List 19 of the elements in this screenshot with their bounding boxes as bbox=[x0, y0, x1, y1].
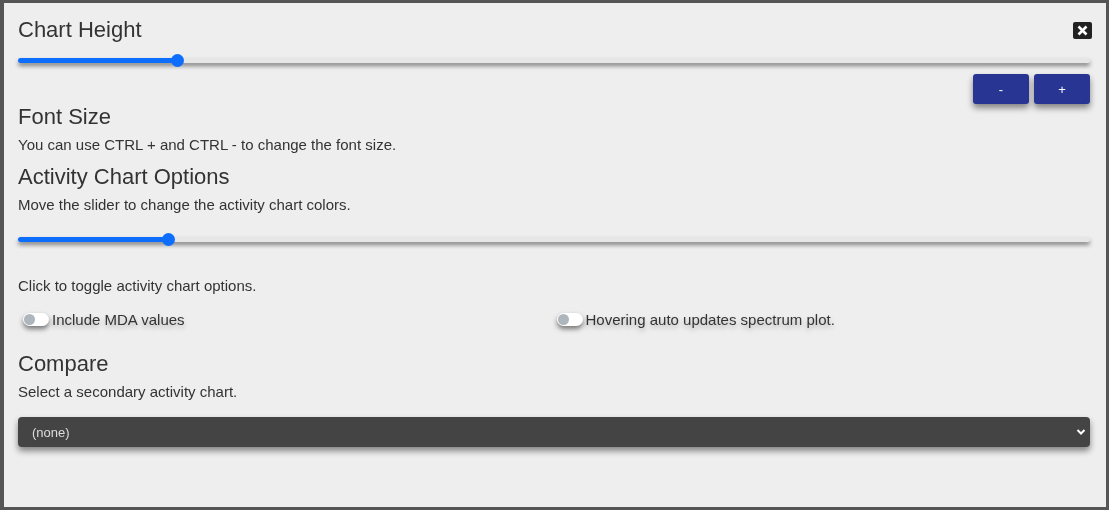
step-button[interactable]: + bbox=[1034, 74, 1090, 104]
section-title: Compare bbox=[18, 351, 110, 377]
section-title: Chart Height bbox=[18, 17, 142, 43]
help-text: Select a secondary activity chart. bbox=[18, 383, 239, 401]
toggle-label: Include MDA values bbox=[52, 311, 185, 328]
step-button[interactable]: - bbox=[973, 74, 1029, 104]
help-text: Move the slider to change the activity chart colors. bbox=[18, 196, 352, 214]
close-icon[interactable] bbox=[1073, 21, 1092, 39]
slider-thumb[interactable] bbox=[170, 54, 184, 67]
chart-select[interactable]: (none) bbox=[18, 417, 1090, 447]
help-text: You can use CTRL + and CTRL - to change the font size. bbox=[18, 136, 398, 154]
section-title: Font Size bbox=[18, 104, 112, 130]
toggle-switch[interactable] bbox=[23, 313, 49, 326]
toggle-switch[interactable] bbox=[556, 313, 583, 326]
help-text: Click to toggle activity chart options. bbox=[18, 277, 258, 295]
chevron-down-icon bbox=[1076, 428, 1086, 436]
slider-thumb[interactable] bbox=[162, 233, 176, 246]
toggle-label: Hovering auto updates spectrum plot. bbox=[585, 311, 835, 328]
section-title: Activity Chart Options bbox=[18, 164, 231, 190]
